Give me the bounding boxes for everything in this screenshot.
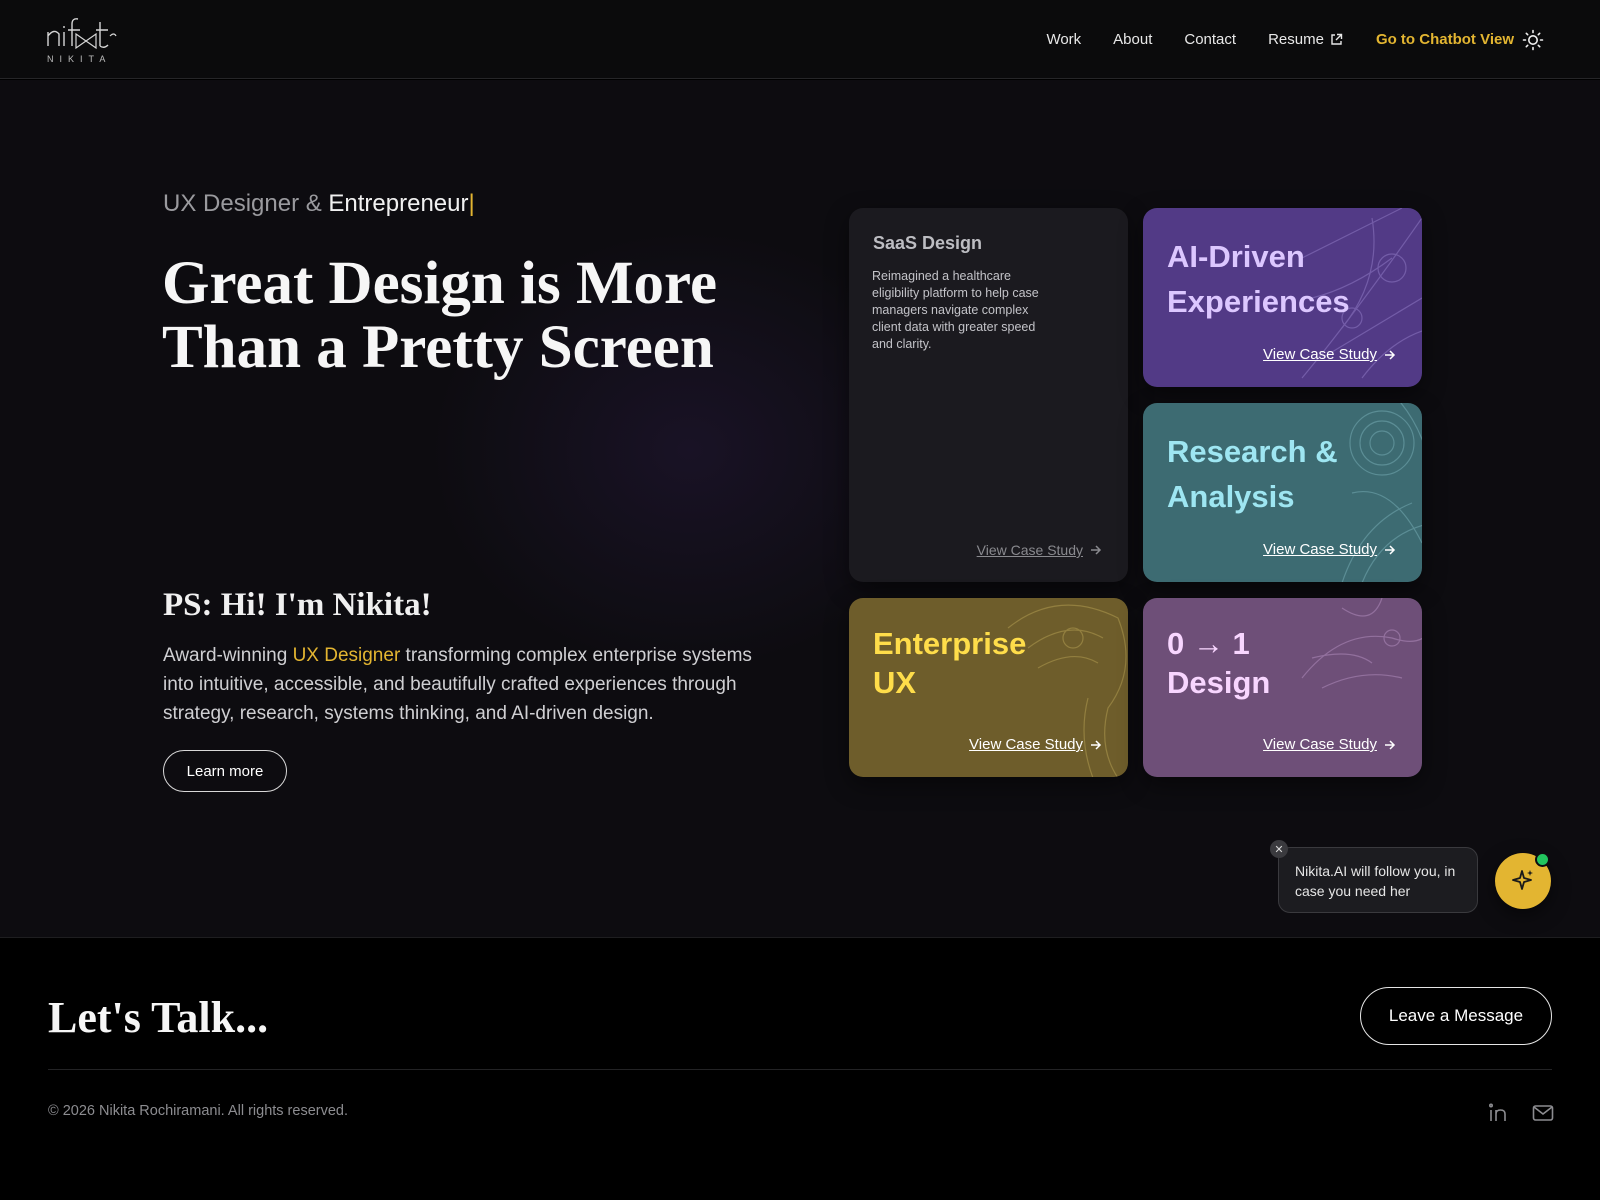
link-label: View Case Study <box>1263 346 1377 363</box>
nav-resume[interactable]: Resume <box>1268 31 1343 48</box>
arrow-right-icon <box>1091 739 1102 750</box>
sun-icon <box>1522 29 1544 51</box>
link-label: View Case Study <box>976 542 1083 558</box>
site-header: NIKITA Work About Contact Resume Go to C… <box>0 0 1600 79</box>
external-link-icon <box>1331 33 1343 45</box>
leave-message-button[interactable]: Leave a Message <box>1360 987 1552 1045</box>
view-case-study-link[interactable]: View Case Study <box>969 736 1102 753</box>
card-title: AI-Driven Experiences <box>1167 234 1350 324</box>
typing-cursor: | <box>468 190 475 217</box>
online-status-dot <box>1535 852 1550 867</box>
role-prefix: UX Designer & <box>163 190 329 217</box>
chatbot-close-button[interactable]: ✕ <box>1270 840 1288 858</box>
nav-about[interactable]: About <box>1113 31 1152 48</box>
lets-talk-title: Let's Talk... <box>48 993 269 1042</box>
card-research-analysis[interactable]: Research & Analysis View Case Study <box>1143 403 1422 582</box>
arrow-right-icon <box>1385 739 1396 750</box>
view-case-study-link[interactable]: View Case Study <box>1263 736 1396 753</box>
view-case-study-link[interactable]: View Case Study <box>1263 346 1396 363</box>
hero-title: Great Design is More Than a Pretty Scree… <box>162 250 718 381</box>
intro-highlight: UX Designer <box>292 645 401 666</box>
arrow-right-icon <box>1091 545 1102 555</box>
card-title: SaaS Design <box>873 233 983 253</box>
linkedin-link[interactable] <box>1488 1102 1510 1124</box>
ps-greeting: PS: Hi! I'm Nikita! <box>163 587 432 623</box>
email-link[interactable] <box>1532 1102 1554 1124</box>
copyright-text: © 2026 Nikita Rochiramani. All rights re… <box>48 1103 349 1119</box>
theme-toggle-button[interactable] <box>1522 29 1544 51</box>
card-title-line: UX <box>873 665 917 700</box>
logo[interactable]: NIKITA <box>46 14 118 66</box>
intro-paragraph: Award-winning UX Designer transforming c… <box>163 641 763 728</box>
nav-resume-label: Resume <box>1268 31 1324 48</box>
card-title: Research & Analysis <box>1167 429 1338 519</box>
card-title-line: Analysis <box>1167 479 1295 514</box>
card-description: Reimagined a healthcare eligibility plat… <box>872 269 1039 351</box>
intro-before: Award-winning <box>163 645 293 666</box>
card-title-line: Experiences <box>1167 284 1350 319</box>
sparkle-icon <box>1512 870 1533 890</box>
main-nav: Work About Contact Resume Go to Chatbot … <box>1014 0 1514 79</box>
linkedin-icon <box>1488 1103 1506 1121</box>
card-title-line: Design <box>1167 665 1271 700</box>
nav-work[interactable]: Work <box>1046 31 1081 48</box>
link-label: View Case Study <box>969 736 1083 753</box>
card-zero-to-one[interactable]: 0 → 1 Design View Case Study <box>1143 598 1422 777</box>
card-title-line: Research & <box>1167 434 1338 469</box>
nav-chatbot-view[interactable]: Go to Chatbot View <box>1376 31 1514 48</box>
role-emphasis: Entrepreneur <box>328 190 469 217</box>
nav-contact[interactable]: Contact <box>1184 31 1236 48</box>
chatbot-message-bubble: Nikita.AI will follow you, in case you n… <box>1278 847 1478 913</box>
mail-icon <box>1532 1105 1554 1121</box>
link-label: View Case Study <box>1263 541 1377 558</box>
card-title-line: AI-Driven <box>1167 239 1305 274</box>
learn-more-button[interactable]: Learn more <box>163 750 287 792</box>
card-enterprise-ux[interactable]: Enterprise UX View Case Study <box>849 598 1128 777</box>
card-title: 0 → 1 Design <box>1167 624 1270 702</box>
card-title-line: Enterprise <box>873 626 1027 661</box>
arrow-right-icon <box>1385 349 1396 360</box>
arrow-right-icon <box>1385 544 1396 555</box>
footer-divider <box>48 1069 1552 1070</box>
link-label: View Case Study <box>1263 736 1377 753</box>
card-ai-driven[interactable]: AI-Driven Experiences View Case Study <box>1143 208 1422 387</box>
card-title-line: 0 → 1 <box>1167 626 1250 661</box>
logo-text: NIKITA <box>47 54 112 64</box>
view-case-study-link[interactable]: View Case Study <box>1263 541 1396 558</box>
role-tagline: UX Designer & Entrepreneur| <box>163 190 475 218</box>
view-case-study-link[interactable]: View Case Study <box>977 542 1102 558</box>
card-title: Enterprise UX <box>873 624 1026 702</box>
card-saas-design[interactable]: SaaS Design Reimagined a healthcare elig… <box>849 208 1128 582</box>
site-footer: Let's Talk... Leave a Message © 2026 Nik… <box>0 937 1600 1200</box>
